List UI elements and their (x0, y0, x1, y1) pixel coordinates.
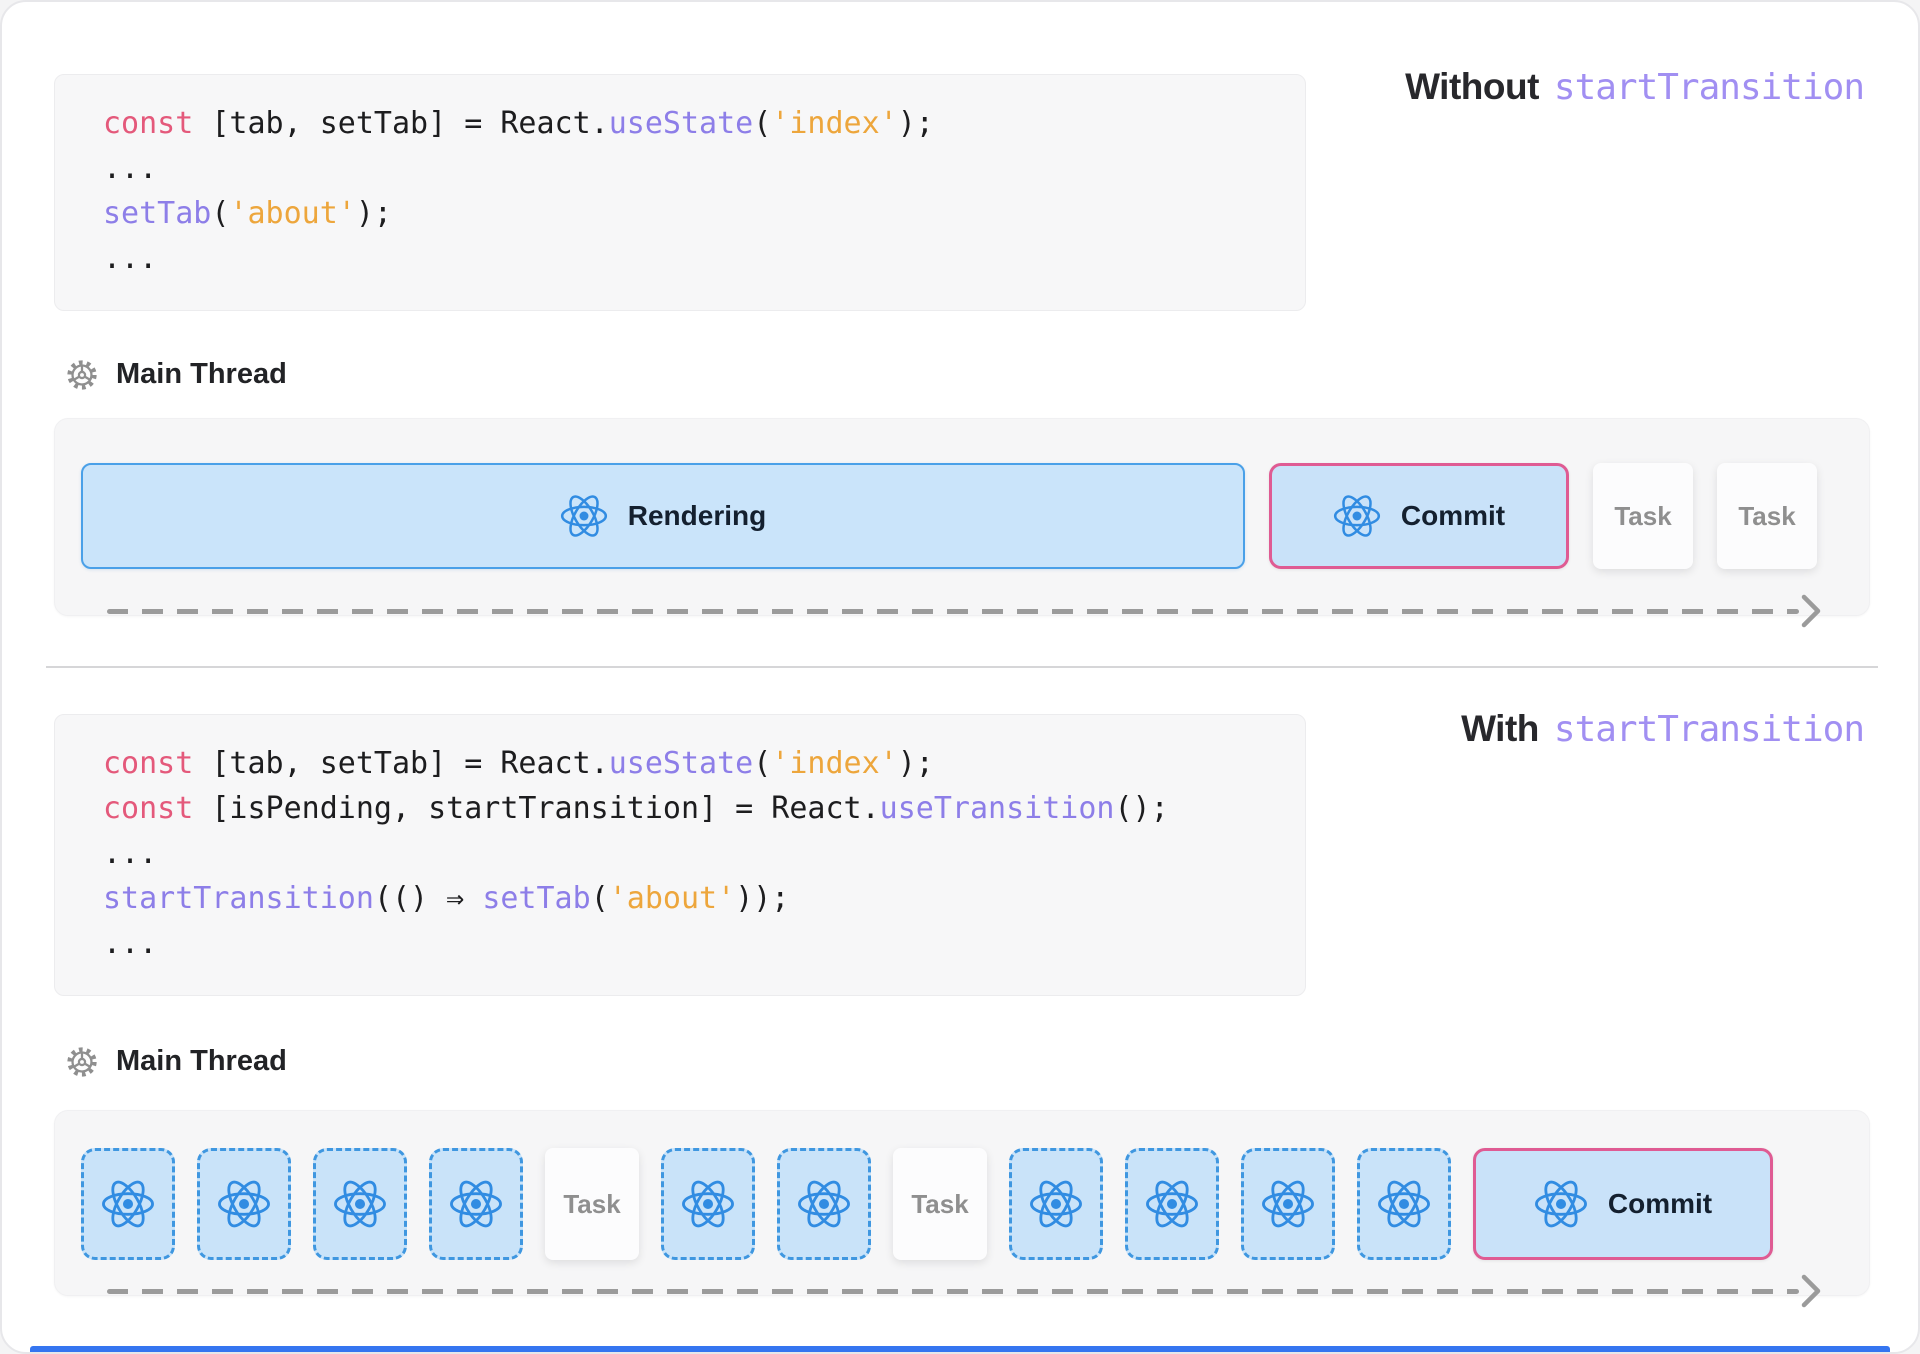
diagram-canvas: const [tab, setTab] = React.useState('in… (0, 0, 1920, 1354)
bottom-accent-bar (30, 1346, 1890, 1352)
code-token: (); (1114, 791, 1168, 826)
gear-icon (66, 1046, 98, 1078)
code-token: [tab, setTab] = React. (193, 746, 608, 781)
code-token: useTransition (880, 791, 1115, 826)
react-block (1125, 1148, 1219, 1260)
code-token: const (103, 791, 193, 826)
react-logo-icon (333, 1177, 387, 1231)
react-logo-icon (449, 1177, 503, 1231)
section-title-text: With (1461, 708, 1539, 750)
react-logo-icon (1377, 1177, 1431, 1231)
react-block (1357, 1148, 1451, 1260)
task-label: Task (563, 1189, 620, 1220)
code-token: (() ⇒ (374, 881, 482, 916)
react-logo-icon (101, 1177, 155, 1231)
code-token: useState (609, 746, 754, 781)
react-block (197, 1148, 291, 1260)
react-block (429, 1148, 523, 1260)
react-logo-icon (217, 1177, 271, 1231)
code-token: 'index' (771, 746, 897, 781)
task-block: Task (893, 1148, 987, 1260)
react-block (661, 1148, 755, 1260)
code-token: ( (591, 881, 609, 916)
section-title-code: startTransition (1554, 709, 1864, 750)
react-logo-icon (1261, 1177, 1315, 1231)
dashed-axis-line (107, 1289, 1799, 1294)
react-block (81, 1148, 175, 1260)
code-token: )); (735, 881, 789, 916)
code-token: ); (898, 746, 934, 781)
react-logo-icon (681, 1177, 735, 1231)
task-block: Task (545, 1148, 639, 1260)
react-logo-icon (797, 1177, 851, 1231)
code-line: const [isPending, startTransition] = Rea… (103, 786, 1257, 831)
code-block-with: const [tab, setTab] = React.useState('in… (54, 714, 1306, 996)
react-block (777, 1148, 871, 1260)
code-token: ( (753, 746, 771, 781)
code-line: startTransition(() ⇒ setTab('about')); (103, 876, 1257, 921)
section-title-with: With startTransition (1461, 708, 1864, 750)
code-token: startTransition (103, 881, 374, 916)
code-line: ... (103, 831, 1257, 876)
code-line: ... (103, 921, 1257, 966)
timeline-blocks: Task Task Commit (81, 1148, 1773, 1260)
code-token: ... (103, 926, 157, 961)
code-token: ... (103, 836, 157, 871)
react-logo-icon (1534, 1177, 1588, 1231)
code-token: [isPending, startTransition] = React. (193, 791, 879, 826)
react-block (1241, 1148, 1335, 1260)
commit-label: Commit (1608, 1188, 1712, 1220)
code-token: const (103, 746, 193, 781)
react-block (313, 1148, 407, 1260)
code-line: const [tab, setTab] = React.useState('in… (103, 741, 1257, 786)
main-thread-label-row: Main Thread (66, 1045, 287, 1078)
react-block (1009, 1148, 1103, 1260)
main-thread-label: Main Thread (116, 1045, 287, 1078)
arrow-head-icon (1801, 1274, 1823, 1308)
react-logo-icon (1145, 1177, 1199, 1231)
main-thread-timeline-with: Task Task Commit (54, 1110, 1870, 1296)
code-token: 'about' (609, 881, 735, 916)
react-logo-icon (1029, 1177, 1083, 1231)
commit-block: Commit (1473, 1148, 1773, 1260)
section-with-starttransition: const [tab, setTab] = React.useState('in… (2, 2, 1918, 1352)
code-token: setTab (482, 881, 590, 916)
task-label: Task (911, 1189, 968, 1220)
timeline-axis-arrow (107, 1274, 1821, 1308)
